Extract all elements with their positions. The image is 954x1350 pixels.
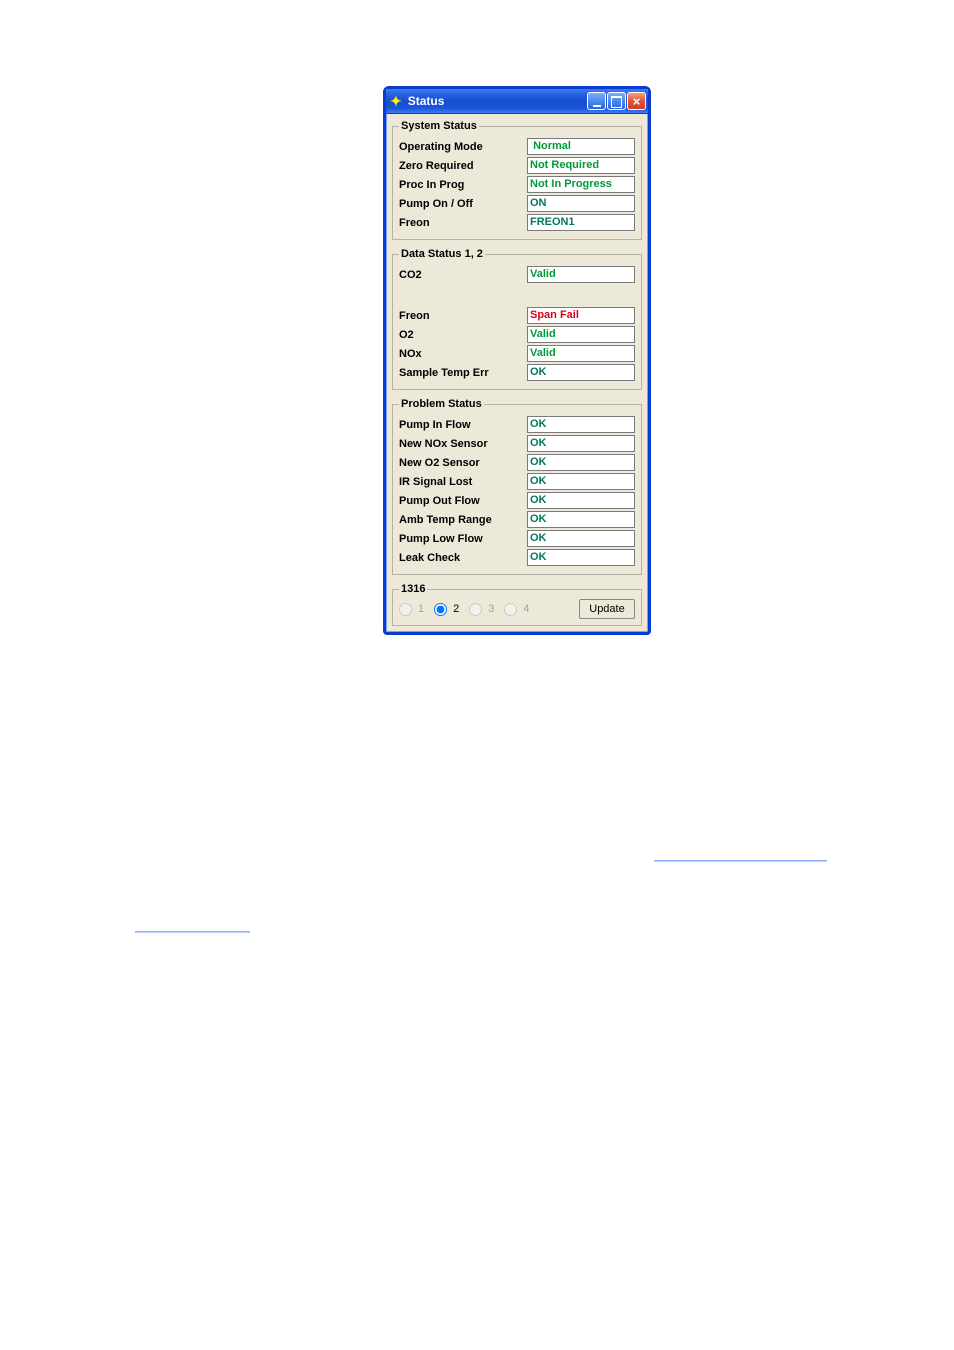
row-pump-out-flow: Pump Out Flow OK xyxy=(399,492,635,509)
maximize-button[interactable] xyxy=(607,92,626,110)
system-status-legend: System Status xyxy=(399,120,479,132)
client-area: System Status Operating Mode Normal Zero… xyxy=(386,114,648,632)
value-zero-required: Not Required xyxy=(527,157,635,174)
label-leak-check: Leak Check xyxy=(399,552,527,564)
value-freon-data: Span Fail xyxy=(527,307,635,324)
label-freon-system: Freon xyxy=(399,217,527,229)
data-status-legend: Data Status 1, 2 xyxy=(399,248,485,260)
port-1316-group: 1316 1 2 3 4 Update xyxy=(392,583,642,626)
port-radio-row: 1 2 3 4 Update xyxy=(399,599,635,619)
row-freon-system: Freon FREON1 xyxy=(399,214,635,231)
label-pump-out-flow: Pump Out Flow xyxy=(399,495,527,507)
value-proc-in-prog: Not In Progress xyxy=(527,176,635,193)
row-new-nox-sensor: New NOx Sensor OK xyxy=(399,435,635,452)
window-title: Status xyxy=(408,94,586,108)
titlebar[interactable]: ✦ Status × xyxy=(386,89,648,114)
update-button[interactable]: Update xyxy=(579,599,635,619)
port-radio-1 xyxy=(399,603,412,616)
label-sample-temp-err: Sample Temp Err xyxy=(399,367,527,379)
label-proc-in-prog: Proc In Prog xyxy=(399,179,527,191)
row-zero-required: Zero Required Not Required xyxy=(399,157,635,174)
value-pump-on-off: ON xyxy=(527,195,635,212)
row-o2: O2 Valid xyxy=(399,326,635,343)
value-ir-signal-lost: OK xyxy=(527,473,635,490)
system-status-group: System Status Operating Mode Normal Zero… xyxy=(392,120,642,240)
row-proc-in-prog: Proc In Prog Not In Progress xyxy=(399,176,635,193)
label-operating-mode: Operating Mode xyxy=(399,141,527,153)
value-nox: Valid xyxy=(527,345,635,362)
value-pump-in-flow: OK xyxy=(527,416,635,433)
row-nox: NOx Valid xyxy=(399,345,635,362)
decorative-line xyxy=(654,860,827,862)
value-co2: Valid xyxy=(527,266,635,283)
label-ir-signal-lost: IR Signal Lost xyxy=(399,476,527,488)
port-radio-2-label: 2 xyxy=(453,603,459,615)
row-new-o2-sensor: New O2 Sensor OK xyxy=(399,454,635,471)
port-radio-3-label: 3 xyxy=(488,603,494,615)
port-radio-4 xyxy=(504,603,517,616)
row-ir-signal-lost: IR Signal Lost OK xyxy=(399,473,635,490)
status-window: ✦ Status × System Status Operating Mode … xyxy=(383,86,651,635)
label-zero-required: Zero Required xyxy=(399,160,527,172)
label-nox: NOx xyxy=(399,348,527,360)
problem-status-legend: Problem Status xyxy=(399,398,484,410)
minimize-button[interactable] xyxy=(587,92,606,110)
row-pump-in-flow: Pump In Flow OK xyxy=(399,416,635,433)
row-operating-mode: Operating Mode Normal xyxy=(399,138,635,155)
value-pump-low-flow: OK xyxy=(527,530,635,547)
row-amb-temp-range: Amb Temp Range OK xyxy=(399,511,635,528)
value-new-nox-sensor: OK xyxy=(527,435,635,452)
label-new-nox-sensor: New NOx Sensor xyxy=(399,438,527,450)
port-radio-3 xyxy=(469,603,482,616)
value-amb-temp-range: OK xyxy=(527,511,635,528)
label-pump-in-flow: Pump In Flow xyxy=(399,419,527,431)
decorative-line xyxy=(135,931,250,933)
label-o2: O2 xyxy=(399,329,527,341)
app-icon: ✦ xyxy=(390,94,402,108)
value-sample-temp-err: OK xyxy=(527,364,635,381)
row-pump-low-flow: Pump Low Flow OK xyxy=(399,530,635,547)
row-pump-on-off: Pump On / Off ON xyxy=(399,195,635,212)
label-amb-temp-range: Amb Temp Range xyxy=(399,514,527,526)
port-1316-legend: 1316 xyxy=(399,583,427,595)
value-operating-mode: Normal xyxy=(527,138,635,155)
value-pump-out-flow: OK xyxy=(527,492,635,509)
row-sample-temp-err: Sample Temp Err OK xyxy=(399,364,635,381)
row-leak-check: Leak Check OK xyxy=(399,549,635,566)
label-freon-data: Freon xyxy=(399,310,527,322)
label-new-o2-sensor: New O2 Sensor xyxy=(399,457,527,469)
port-radio-4-label: 4 xyxy=(523,603,529,615)
row-freon-data: Freon Span Fail xyxy=(399,307,635,324)
value-leak-check: OK xyxy=(527,549,635,566)
port-radio-1-label: 1 xyxy=(418,603,424,615)
port-radio-2[interactable] xyxy=(434,603,447,616)
value-freon-system: FREON1 xyxy=(527,214,635,231)
value-new-o2-sensor: OK xyxy=(527,454,635,471)
data-status-group: Data Status 1, 2 CO2 Valid Freon Span Fa… xyxy=(392,248,642,390)
value-o2: Valid xyxy=(527,326,635,343)
label-pump-low-flow: Pump Low Flow xyxy=(399,533,527,545)
problem-status-group: Problem Status Pump In Flow OK New NOx S… xyxy=(392,398,642,575)
label-co2: CO2 xyxy=(399,269,527,281)
label-pump-on-off: Pump On / Off xyxy=(399,198,527,210)
row-co2: CO2 Valid xyxy=(399,266,635,283)
close-button[interactable]: × xyxy=(627,92,646,110)
